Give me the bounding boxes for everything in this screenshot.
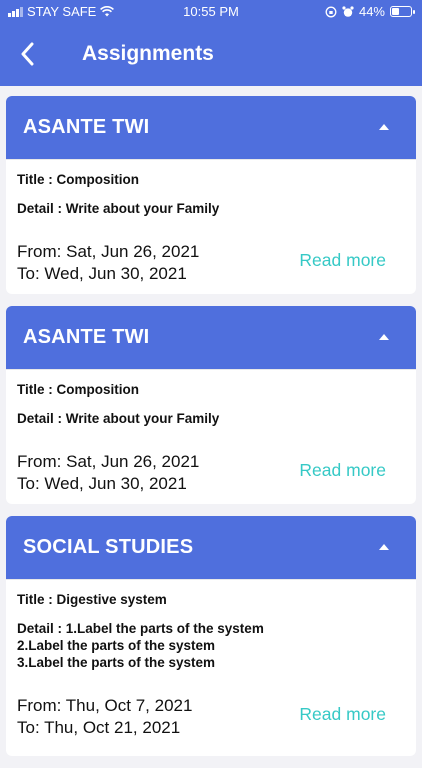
chevron-up-icon[interactable] <box>378 333 390 341</box>
status-bar: STAY SAFE 10:55 PM 44% <box>0 0 422 24</box>
assignment-title: Title : Composition <box>17 172 139 187</box>
assignment-card: ASANTE TWI Title : Composition Detail : … <box>6 96 416 294</box>
assignment-detail: Detail : 1.Label the parts of the system… <box>17 621 264 670</box>
assignment-detail: Detail : Write about your Family <box>17 201 220 216</box>
orientation-lock-icon <box>325 6 337 17</box>
subject-label: ASANTE TWI <box>23 326 150 348</box>
card-body: Title : Composition Detail : Write about… <box>6 160 416 294</box>
assignment-card: ASANTE TWI Title : Composition Detail : … <box>6 306 416 504</box>
alarm-icon <box>342 5 354 17</box>
assignment-title: Title : Digestive system <box>17 592 167 607</box>
battery-icon <box>390 6 415 17</box>
card-header[interactable]: ASANTE TWI <box>6 96 416 160</box>
battery-percent: 44% <box>358 4 385 19</box>
assignment-card: SOCIAL STUDIES Title : Digestive system … <box>6 516 416 756</box>
assignment-list: ASANTE TWI Title : Composition Detail : … <box>6 96 416 768</box>
read-more-link[interactable]: Read more <box>299 460 386 481</box>
chevron-up-icon[interactable] <box>378 543 390 551</box>
assignment-detail: Detail : Write about your Family <box>17 411 220 426</box>
assignment-title: Title : Composition <box>17 382 139 397</box>
card-header[interactable]: SOCIAL STUDIES <box>6 516 416 580</box>
card-header[interactable]: ASANTE TWI <box>6 306 416 370</box>
page-title: Assignments <box>82 42 214 65</box>
back-button[interactable] <box>12 38 42 70</box>
subject-label: SOCIAL STUDIES <box>23 536 194 558</box>
card-body: Title : Composition Detail : Write about… <box>6 370 416 504</box>
read-more-link[interactable]: Read more <box>299 250 386 271</box>
chevron-left-icon <box>21 42 34 66</box>
card-body: Title : Digestive system Detail : 1.Labe… <box>6 580 416 751</box>
read-more-link[interactable]: Read more <box>299 704 386 725</box>
chevron-up-icon[interactable] <box>378 123 390 131</box>
status-right: 44% <box>325 4 415 19</box>
subject-label: ASANTE TWI <box>23 116 150 138</box>
app-header: Assignments <box>0 24 422 86</box>
